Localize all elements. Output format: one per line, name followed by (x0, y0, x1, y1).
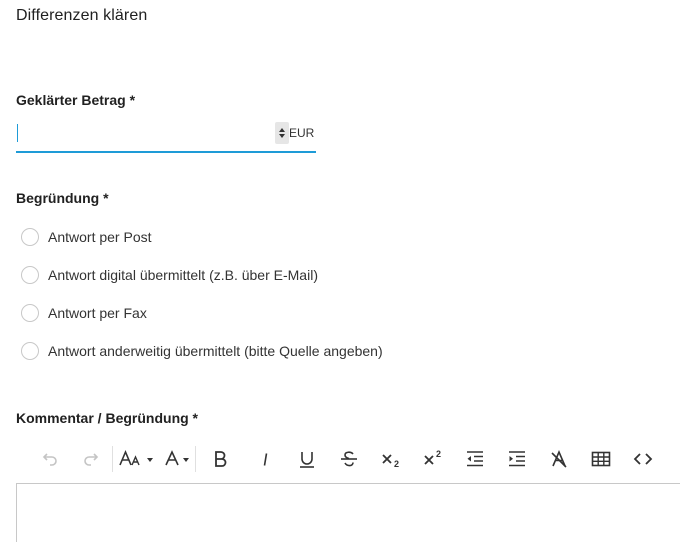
indent-icon (509, 451, 525, 467)
font-color-button[interactable] (157, 443, 195, 475)
radio-option-fax[interactable]: Antwort per Fax (21, 302, 147, 324)
font-color-icon (164, 450, 179, 466)
chevron-down-icon (146, 457, 153, 462)
radio-button[interactable] (21, 342, 39, 360)
radio-label: Antwort digital übermittelt (z.B. über E… (48, 267, 318, 283)
radio-button[interactable] (21, 228, 39, 246)
font-size-button[interactable] (113, 443, 157, 475)
text-caret (17, 124, 18, 142)
amount-spinner[interactable] (275, 122, 289, 144)
strikethrough-icon (341, 451, 357, 467)
outdent-icon (467, 451, 483, 467)
spin-up-icon[interactable] (279, 128, 285, 132)
svg-text:2: 2 (394, 459, 399, 469)
bold-icon (215, 451, 227, 467)
svg-text:2: 2 (436, 449, 441, 459)
currency-unit: EUR (289, 126, 315, 140)
superscript-icon: 2 (424, 449, 441, 465)
page-title: Differenzen klären (16, 7, 148, 24)
table-button[interactable] (580, 443, 622, 475)
radio-label: Antwort per Post (48, 229, 152, 245)
table-icon (591, 451, 611, 467)
amount-input[interactable] (16, 121, 271, 149)
clear-formatting-icon (551, 449, 567, 468)
redo-button[interactable] (70, 443, 112, 475)
clear-formatting-button[interactable] (538, 443, 580, 475)
subscript-icon: 2 (382, 454, 399, 469)
comment-label: Kommentar / Begründung * (16, 410, 199, 426)
comment-editor[interactable] (16, 483, 680, 542)
indent-button[interactable] (496, 443, 538, 475)
radio-button[interactable] (21, 304, 39, 322)
source-code-button[interactable] (622, 443, 664, 475)
radio-option-post[interactable]: Antwort per Post (21, 226, 152, 248)
underline-button[interactable] (286, 443, 328, 475)
strikethrough-button[interactable] (328, 443, 370, 475)
radio-option-digital[interactable]: Antwort digital übermittelt (z.B. über E… (21, 264, 318, 286)
radio-label: Antwort per Fax (48, 305, 147, 321)
underline-icon (300, 452, 314, 468)
radio-button[interactable] (21, 266, 39, 284)
bold-button[interactable] (196, 443, 244, 475)
outdent-button[interactable] (454, 443, 496, 475)
subscript-button[interactable]: 2 (370, 443, 412, 475)
superscript-button[interactable]: 2 (412, 443, 454, 475)
radio-label: Antwort anderweitig übermittelt (bitte Q… (48, 343, 383, 359)
font-size-icon (118, 449, 140, 466)
italic-icon (263, 452, 268, 466)
chevron-down-icon (182, 457, 189, 462)
amount-field: EUR (16, 121, 316, 153)
undo-icon (42, 453, 57, 466)
source-code-icon (633, 453, 653, 465)
page: Differenzen klären Geklärter Betrag * EU… (0, 0, 680, 542)
spin-down-icon[interactable] (279, 134, 285, 138)
redo-icon (84, 453, 99, 466)
editor-toolbar: 2 2 (30, 443, 664, 475)
undo-button[interactable] (30, 443, 70, 475)
radio-option-other[interactable]: Antwort anderweitig übermittelt (bitte Q… (21, 340, 383, 362)
italic-button[interactable] (244, 443, 286, 475)
reason-label: Begründung * (16, 190, 109, 206)
amount-label: Geklärter Betrag * (16, 92, 136, 108)
